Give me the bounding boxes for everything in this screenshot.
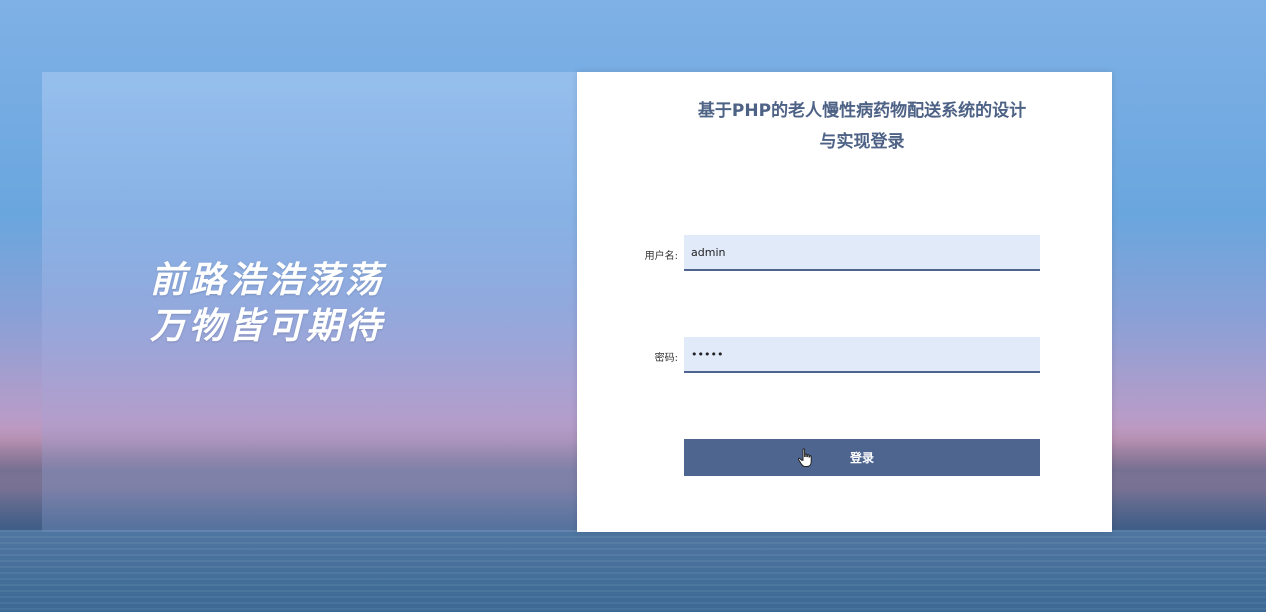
slogan: 前路浩浩荡荡 万物皆可期待 bbox=[150, 258, 490, 350]
login-title-line-2: 与实现登录 bbox=[819, 132, 905, 152]
slogan-line-2: 万物皆可期待 bbox=[150, 306, 385, 347]
login-title-line-1: 基于PHP的老人慢性病药物配送系统的设计 bbox=[697, 101, 1027, 121]
login-title: 基于PHP的老人慢性病药物配送系统的设计 与实现登录 bbox=[577, 96, 1147, 158]
hand-pointer-icon bbox=[797, 448, 812, 467]
login-card: 基于PHP的老人慢性病药物配送系统的设计 与实现登录 用户名: 密码: 登录 bbox=[577, 72, 1112, 532]
slogan-line-1: 前路浩浩荡荡 bbox=[150, 260, 385, 301]
login-button[interactable]: 登录 bbox=[684, 439, 1040, 476]
password-input[interactable] bbox=[684, 337, 1040, 373]
background-sea bbox=[0, 530, 1266, 612]
username-input[interactable] bbox=[684, 235, 1040, 271]
password-label: 密码: bbox=[654, 353, 678, 364]
username-label: 用户名: bbox=[644, 251, 678, 262]
